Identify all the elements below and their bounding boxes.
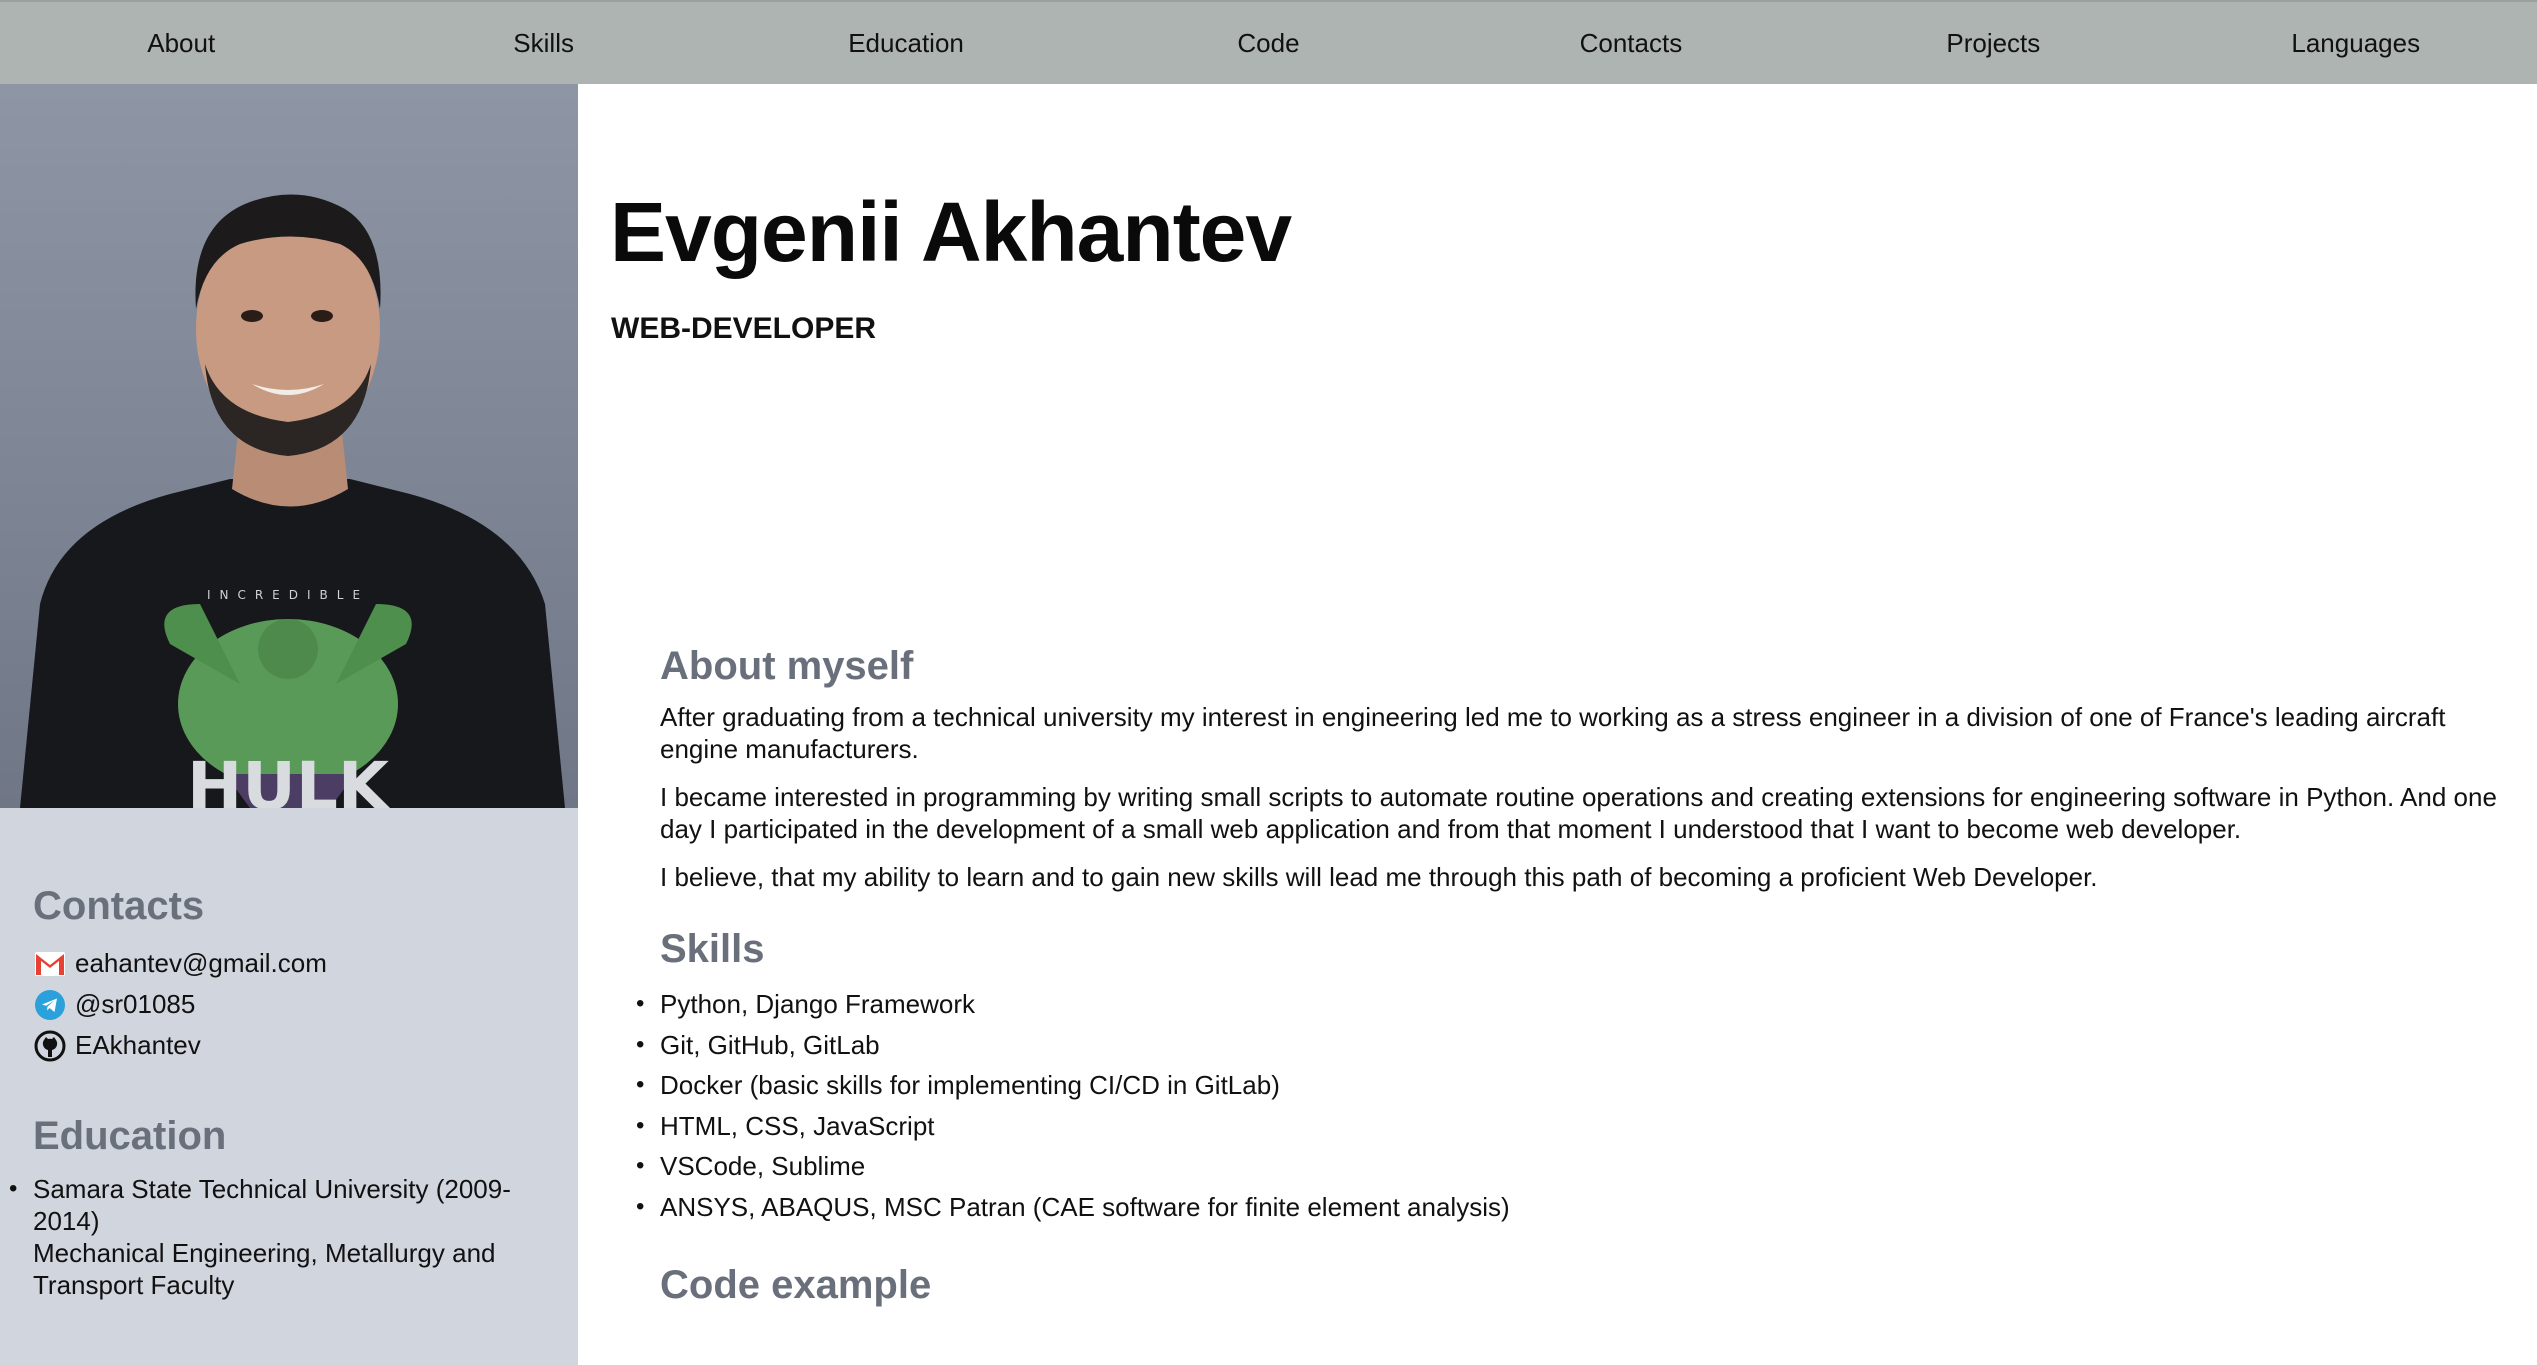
skill-item: VSCode, Sublime: [636, 1146, 2500, 1187]
contacts-heading: Contacts: [33, 884, 205, 928]
nav-code[interactable]: Code: [1087, 1, 1449, 85]
skill-item: Git, GitHub, GitLab: [636, 1025, 2500, 1066]
contact-github[interactable]: EAkhantev: [33, 1025, 553, 1066]
code-section: Code example: [660, 1263, 2500, 1308]
education-faculty: Mechanical Engineering, Metallurgy and T…: [33, 1238, 496, 1300]
profile-name: Evgenii Akhantev: [610, 185, 1292, 279]
about-section: About myself After graduating from a tec…: [660, 644, 2500, 893]
profile-photo: INCREDIBLE HULK: [0, 84, 578, 808]
about-heading: About myself: [660, 644, 914, 688]
nav-projects[interactable]: Projects: [1812, 1, 2174, 85]
education-heading: Education: [33, 1114, 227, 1158]
skill-item: Docker (basic skills for implementing CI…: [636, 1065, 2500, 1106]
skill-item: ANSYS, ABAQUS, MSC Patran (CAE software …: [636, 1187, 2500, 1228]
github-icon: [33, 1029, 67, 1063]
education-section: Education Samara State Technical Univers…: [9, 1114, 553, 1301]
education-university: Samara State Technical University (2009-…: [33, 1174, 511, 1236]
content-sections: About myself After graduating from a tec…: [636, 644, 2500, 1320]
education-item: Samara State Technical University (2009-…: [9, 1173, 553, 1301]
profile-photo-illustration: INCREDIBLE HULK: [20, 194, 565, 808]
skills-list: Python, Django Framework Git, GitHub, Gi…: [636, 984, 2500, 1228]
about-paragraph: I became interested in programming by wr…: [660, 782, 2497, 844]
nav-education[interactable]: Education: [725, 1, 1087, 85]
profile-role: WEB-DEVELOPER: [611, 312, 877, 345]
contact-email[interactable]: eahantev@gmail.com: [33, 943, 553, 984]
about-paragraph: I believe, that my ability to learn and …: [660, 862, 2098, 892]
nav-languages[interactable]: Languages: [2175, 1, 2537, 85]
contact-github-text: EAkhantev: [75, 1030, 201, 1060]
sidebar: INCREDIBLE HULK Contacts eahantev@gmail.…: [0, 84, 578, 1365]
top-navigation: About Skills Education Code Contacts Pro…: [0, 0, 2537, 84]
nav-skills[interactable]: Skills: [362, 1, 724, 85]
about-paragraph: After graduating from a technical univer…: [660, 702, 2446, 764]
education-list: Samara State Technical University (2009-…: [9, 1173, 553, 1301]
skill-item: Python, Django Framework: [636, 984, 2500, 1025]
contact-telegram[interactable]: @sr01085: [33, 984, 553, 1025]
nav-contacts[interactable]: Contacts: [1450, 1, 1812, 85]
contact-telegram-text: @sr01085: [75, 989, 196, 1019]
shirt-text-top: INCREDIBLE: [207, 588, 369, 602]
telegram-icon: [33, 988, 67, 1022]
nav-about[interactable]: About: [0, 1, 362, 85]
contact-email-text: eahantev@gmail.com: [75, 948, 327, 978]
gmail-icon: [33, 947, 67, 981]
skills-section: Skills Python, Django Framework Git, Git…: [636, 927, 2500, 1228]
code-heading: Code example: [660, 1263, 932, 1307]
skill-item: HTML, CSS, JavaScript: [636, 1106, 2500, 1147]
contacts-section: Contacts eahantev@gmail.com @sr01085 EAk…: [33, 884, 553, 1066]
skills-heading: Skills: [660, 927, 765, 971]
shirt-text: HULK: [187, 748, 392, 808]
main-content: Evgenii Akhantev WEB-DEVELOPER About mys…: [578, 84, 2537, 1365]
